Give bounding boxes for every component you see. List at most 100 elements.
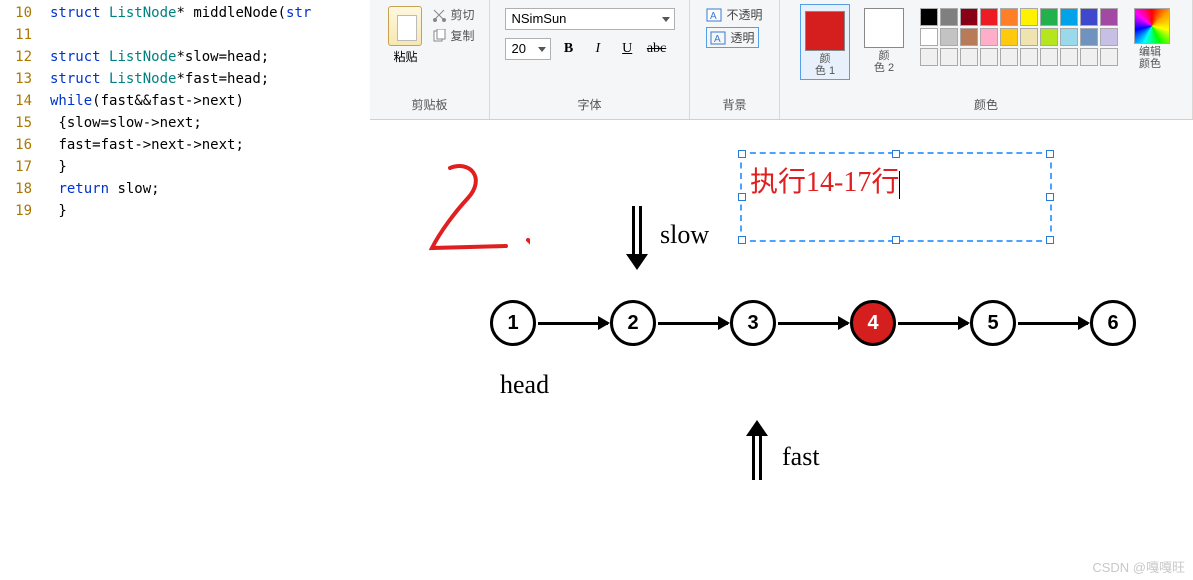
code-line: 12struct ListNode*slow=head;	[0, 46, 370, 68]
line-number: 16	[0, 134, 50, 156]
font-size-combo[interactable]: 20	[505, 38, 551, 60]
color1-button[interactable]: 颜 色 1	[800, 4, 850, 80]
list-node: 3	[730, 300, 776, 346]
fast-label: fast	[782, 442, 820, 472]
code-content: struct ListNode* middleNode(str	[50, 2, 311, 24]
color1-swatch	[805, 11, 845, 51]
list-node: 6	[1090, 300, 1136, 346]
palette-swatch[interactable]	[940, 28, 958, 46]
fast-pointer-arrow	[746, 420, 768, 480]
palette-swatch[interactable]	[960, 48, 978, 66]
list-arrow	[1018, 322, 1088, 325]
colors-group: 颜 色 1 颜 色 2 编辑 颜色 颜色	[780, 0, 1193, 119]
paste-button[interactable]: 粘贴	[384, 4, 426, 65]
palette-swatch[interactable]	[1080, 48, 1098, 66]
paste-label: 粘贴	[384, 48, 426, 65]
list-node: 2	[610, 300, 656, 346]
transparent-icon: A	[710, 31, 726, 45]
code-line: 16 fast=fast->next->next;	[0, 134, 370, 156]
palette-swatch[interactable]	[920, 48, 938, 66]
list-arrow	[658, 322, 728, 325]
rainbow-icon	[1134, 8, 1170, 44]
palette-swatch[interactable]	[1040, 48, 1058, 66]
code-content: struct ListNode*fast=head;	[50, 68, 269, 90]
font-name-combo[interactable]: NSimSun	[505, 8, 675, 30]
palette-swatch[interactable]	[980, 28, 998, 46]
color2-button[interactable]: 颜 色 2	[862, 4, 906, 74]
line-number: 18	[0, 178, 50, 200]
underline-button[interactable]: U	[615, 38, 639, 60]
list-arrow	[538, 322, 608, 325]
palette-swatch[interactable]	[1060, 48, 1078, 66]
palette-swatch[interactable]	[1020, 8, 1038, 26]
color-palette	[920, 8, 1118, 66]
font-group-label: 字体	[577, 94, 601, 117]
palette-swatch[interactable]	[960, 8, 978, 26]
code-line: 11	[0, 24, 370, 46]
line-number: 12	[0, 46, 50, 68]
annotation-textbox[interactable]: 执行14-17行	[740, 152, 1052, 242]
opaque-option[interactable]: A 不透明	[706, 6, 762, 23]
palette-swatch[interactable]	[920, 8, 938, 26]
opaque-icon: A	[706, 8, 722, 22]
palette-swatch[interactable]	[1000, 48, 1018, 66]
palette-swatch[interactable]	[960, 28, 978, 46]
palette-swatch[interactable]	[980, 8, 998, 26]
transparent-option[interactable]: A 透明	[706, 27, 758, 48]
line-number: 15	[0, 112, 50, 134]
code-content: while(fast&&fast->next)	[50, 90, 244, 112]
palette-swatch[interactable]	[1060, 8, 1078, 26]
palette-swatch[interactable]	[1020, 48, 1038, 66]
cut-button[interactable]: 剪切	[432, 4, 474, 25]
list-arrow	[778, 322, 848, 325]
palette-swatch[interactable]	[940, 48, 958, 66]
line-number: 11	[0, 24, 50, 46]
palette-swatch[interactable]	[1080, 28, 1098, 46]
code-content: }	[50, 200, 67, 222]
italic-button[interactable]: I	[586, 38, 610, 60]
palette-swatch[interactable]	[1100, 48, 1118, 66]
slow-pointer-arrow	[626, 206, 648, 270]
copy-button[interactable]: 复制	[432, 25, 474, 46]
code-content: fast=fast->next->next;	[50, 134, 244, 156]
slow-label: slow	[660, 220, 709, 250]
strike-button[interactable]: abc	[645, 38, 669, 60]
background-group: A 不透明 A 透明 背景	[690, 0, 780, 119]
svg-text:A: A	[714, 34, 721, 45]
clipboard-group: 粘贴 剪切 复制 剪贴板	[370, 0, 490, 119]
bold-button[interactable]: B	[557, 38, 581, 60]
list-node: 4	[850, 300, 896, 346]
line-number: 10	[0, 2, 50, 24]
clipboard-group-label: 剪贴板	[411, 94, 447, 117]
palette-swatch[interactable]	[1060, 28, 1078, 46]
palette-swatch[interactable]	[1000, 28, 1018, 46]
paint-canvas[interactable]: slow 123456 head fast 执行14-17行 CSDN @嘎嘎旺	[370, 120, 1193, 580]
palette-swatch[interactable]	[1040, 28, 1058, 46]
palette-swatch[interactable]	[980, 48, 998, 66]
palette-swatch[interactable]	[1000, 8, 1018, 26]
line-number: 13	[0, 68, 50, 90]
palette-swatch[interactable]	[940, 8, 958, 26]
bg-group-label: 背景	[722, 94, 746, 117]
color2-swatch	[864, 8, 904, 48]
line-number: 17	[0, 156, 50, 178]
line-number: 14	[0, 90, 50, 112]
code-line: 13struct ListNode*fast=head;	[0, 68, 370, 90]
edit-colors-button[interactable]: 编辑 颜色	[1128, 4, 1172, 70]
palette-swatch[interactable]	[1100, 8, 1118, 26]
palette-swatch[interactable]	[1100, 28, 1118, 46]
font-group: NSimSun 20 B I U abc 字体	[490, 0, 690, 119]
svg-text:A: A	[710, 11, 717, 22]
list-node: 1	[490, 300, 536, 346]
list-node: 5	[970, 300, 1016, 346]
ribbon-toolbar: 粘贴 剪切 复制 剪贴板 NSimSun 20	[370, 0, 1193, 120]
palette-swatch[interactable]	[1040, 8, 1058, 26]
head-label: head	[500, 370, 549, 400]
palette-swatch[interactable]	[1020, 28, 1038, 46]
code-content: }	[50, 156, 67, 178]
text-caret	[899, 171, 900, 199]
palette-swatch[interactable]	[1080, 8, 1098, 26]
hand-drawn-2	[410, 160, 530, 260]
code-line: 10struct ListNode* middleNode(str	[0, 2, 370, 24]
palette-swatch[interactable]	[920, 28, 938, 46]
